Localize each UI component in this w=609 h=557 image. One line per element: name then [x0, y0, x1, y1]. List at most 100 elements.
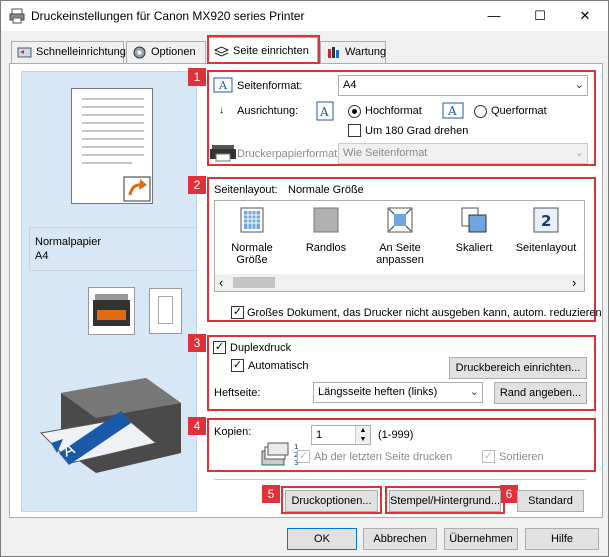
printer-paper-icon: [210, 145, 236, 162]
badge-5: 5: [262, 485, 280, 503]
layout-scrollbar[interactable]: ‹ ›: [215, 274, 584, 291]
svg-text:A: A: [319, 105, 329, 119]
duplex-checkbox[interactable]: ✓: [213, 341, 226, 354]
landscape-radio[interactable]: [474, 105, 487, 118]
layout-item-borderless[interactable]: Randlos: [291, 207, 361, 254]
print-area-button[interactable]: Druckbereich einrichten...: [449, 357, 587, 379]
print-preferences-window: Druckeinstellungen für Canon MX920 serie…: [0, 0, 609, 557]
defaults-button[interactable]: Standard: [517, 490, 584, 512]
cancel-button[interactable]: Abbrechen: [363, 528, 437, 550]
rotate-180-label: Um 180 Grad drehen: [365, 125, 469, 137]
page-size-icon: A: [213, 77, 233, 93]
scroll-left-icon[interactable]: ‹: [219, 275, 223, 290]
svg-text:A: A: [447, 104, 457, 118]
last-page-first-label: Ab der letzten Seite drucken: [314, 451, 453, 463]
ok-button[interactable]: OK: [287, 528, 357, 550]
fit-to-page-icon: [387, 207, 413, 233]
close-button[interactable]: ✕: [562, 1, 608, 31]
last-page-first-checkbox[interactable]: ✓: [297, 450, 310, 463]
stapling-value: Längsseite heften (links): [318, 386, 438, 398]
copies-range: (1-999): [378, 429, 414, 441]
layout-item-scaled[interactable]: Skaliert: [439, 207, 509, 254]
layout-item-label: Skaliert: [455, 242, 493, 254]
landscape-icon: A: [442, 102, 464, 119]
portrait-icon: A: [316, 101, 334, 121]
page-size-value: A4: [343, 79, 357, 91]
orientation-label: Ausrichtung:: [237, 105, 299, 117]
options-icon: [133, 46, 146, 59]
stapling-select[interactable]: Längsseite heften (links) ⌄: [313, 382, 483, 403]
layout-item-normal-size[interactable]: Normale Größe: [217, 207, 287, 266]
layout-item-fit-to-page[interactable]: An Seite anpassen: [365, 207, 435, 266]
paper-thumb-button[interactable]: [149, 288, 182, 334]
stepper-down-icon[interactable]: ▼: [355, 435, 370, 444]
tab-quick-setup[interactable]: Schnelleinrichtung: [11, 41, 126, 63]
layout-item-label: Randlos: [305, 242, 347, 254]
tab-maintenance[interactable]: Wartung: [320, 41, 386, 63]
badge-6: 6: [500, 485, 518, 503]
layout-item-label: Normale Größe: [231, 242, 273, 266]
page-size-select[interactable]: A4 ⌄: [338, 75, 588, 96]
title-bar: Druckeinstellungen für Canon MX920 serie…: [1, 1, 608, 31]
scaled-icon: [461, 207, 487, 233]
tab-label: Optionen: [151, 46, 196, 58]
portrait-label: Hochformat: [365, 105, 422, 117]
apply-button[interactable]: Übernehmen: [444, 528, 518, 550]
badge-4: 4: [188, 417, 206, 435]
minimize-button[interactable]: —: [471, 1, 517, 31]
help-button[interactable]: Hilfe: [525, 528, 599, 550]
badge-2: 2: [188, 176, 206, 194]
auto-reduce-label: Großes Dokument, das Drucker nicht ausge…: [247, 307, 602, 319]
collate-label: Sortieren: [499, 451, 544, 463]
blank-paper-icon: [158, 296, 173, 324]
duplex-printer-illustration: A: [39, 378, 181, 473]
scroll-right-icon[interactable]: ›: [572, 275, 576, 290]
printer-paper-value: Wie Seitenformat: [343, 147, 428, 159]
badge-3: 3: [188, 334, 206, 352]
maintenance-icon: [328, 47, 339, 58]
copies-value: 1: [316, 429, 323, 441]
paper-source-button[interactable]: [88, 287, 135, 335]
borderless-icon: [313, 207, 339, 233]
window-title: Druckeinstellungen für Canon MX920 serie…: [31, 9, 305, 23]
page-layout-value: Normale Größe: [288, 184, 364, 196]
page-layout-list: Normale Größe Randlos An Seite anpassen …: [214, 200, 585, 292]
stepper-up-icon[interactable]: ▲: [355, 426, 370, 435]
printer-paper-select: Wie Seitenformat ⌄: [338, 143, 588, 164]
quick-setup-icon: [17, 47, 32, 58]
printer-icon: [9, 8, 25, 24]
margin-button[interactable]: Rand angeben...: [494, 382, 587, 404]
svg-text:A: A: [218, 79, 228, 92]
svg-text:2: 2: [541, 212, 551, 230]
tab-options[interactable]: Optionen: [126, 41, 206, 63]
layout-item-label: An Seite anpassen: [376, 242, 424, 266]
page-layout-icon: 2: [533, 207, 559, 233]
duplex-label: Duplexdruck: [230, 342, 292, 354]
print-options-button[interactable]: Druckoptionen...: [285, 490, 378, 512]
scroll-thumb[interactable]: [233, 277, 275, 288]
auto-reduce-checkbox[interactable]: ✓: [231, 306, 244, 319]
auto-duplex-checkbox[interactable]: ✓: [231, 359, 244, 372]
collate-checkbox[interactable]: ✓: [482, 450, 495, 463]
layout-item-page-layout[interactable]: 2 Seitenlayout: [511, 207, 581, 254]
paper-size-text: A4: [35, 250, 49, 262]
tab-label: Wartung: [345, 46, 387, 58]
tab-label: Schnelleinrichtung: [36, 46, 126, 58]
stapling-label: Heftseite:: [214, 387, 261, 399]
maximize-button[interactable]: ☐: [517, 1, 563, 31]
badge-1: 1: [188, 68, 206, 86]
media-type-text: Normalpapier: [35, 236, 102, 248]
highlight-tab: [207, 35, 320, 64]
landscape-label: Querformat: [491, 105, 547, 117]
portrait-radio[interactable]: [348, 105, 361, 118]
paper-info: Normalpapier A4: [29, 227, 197, 271]
divider: [214, 479, 586, 480]
copies-stepper[interactable]: 1 ▲ ▼: [311, 425, 371, 445]
layout-item-label: Seitenlayout: [515, 242, 577, 254]
chevron-down-icon: ⌄: [574, 79, 584, 91]
stamp-background-button[interactable]: Stempel/Hintergrund...: [389, 490, 501, 512]
rotate-180-checkbox[interactable]: [348, 124, 361, 137]
page-size-label: Seitenformat:: [237, 80, 303, 92]
chevron-down-icon: ⌄: [574, 147, 584, 159]
cassette-icon: [93, 294, 130, 326]
